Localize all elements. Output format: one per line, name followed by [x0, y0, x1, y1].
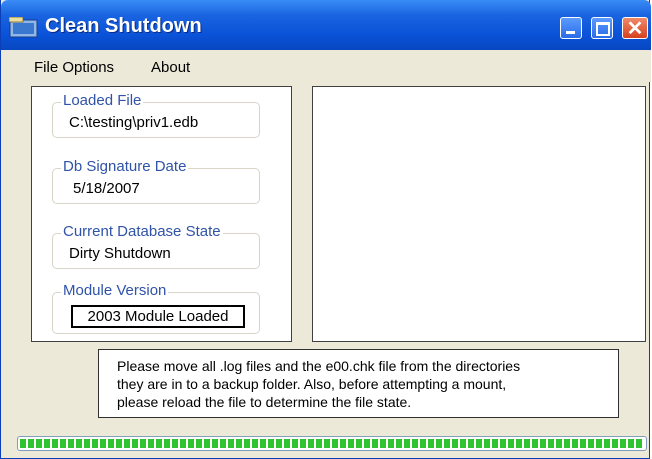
db-signature-date-value: 5/18/2007: [73, 180, 140, 197]
close-icon: ✕: [626, 18, 644, 40]
window-title: Clean Shutdown: [45, 15, 202, 37]
main-window: Clean Shutdown ✕ File Options About Load…: [0, 0, 651, 459]
menu-about[interactable]: About: [151, 59, 190, 76]
close-button[interactable]: ✕: [622, 17, 648, 40]
output-panel: [312, 86, 646, 342]
db-signature-date-label: Db Signature Date: [61, 158, 189, 175]
app-icon: [9, 17, 38, 38]
progress-bar: [17, 436, 647, 451]
module-version-group: Module Version 2003 Module Loaded: [52, 282, 260, 334]
title-bar[interactable]: Clean Shutdown ✕: [1, 0, 651, 50]
db-signature-date-group: Db Signature Date 5/18/2007: [52, 158, 260, 204]
file-info-panel: Loaded File C:\testing\priv1.edb Db Sign…: [31, 86, 292, 342]
database-state-group: Current Database State Dirty Shutdown: [52, 223, 260, 269]
message-line-1: Please move all .log files and the e00.c…: [117, 358, 521, 374]
loaded-file-value: C:\testing\priv1.edb: [69, 114, 199, 131]
module-version-label: Module Version: [61, 282, 169, 299]
instruction-message: Please move all .log files and the e00.c…: [98, 349, 619, 418]
module-version-value: 2003 Module Loaded: [71, 305, 245, 328]
menu-file-options[interactable]: File Options: [34, 59, 114, 76]
message-line-2: they are in to a backup folder. Also, be…: [117, 376, 507, 392]
loaded-file-label: Loaded File: [61, 92, 144, 109]
message-line-3: please reload the file to determine the …: [117, 394, 412, 410]
menu-bar: File Options About: [1, 50, 651, 82]
loaded-file-group: Loaded File C:\testing\priv1.edb: [52, 92, 260, 138]
database-state-value: Dirty Shutdown: [69, 245, 171, 262]
progress-fill: [20, 439, 644, 448]
maximize-button[interactable]: [591, 17, 613, 39]
minimize-button[interactable]: [560, 17, 582, 39]
database-state-label: Current Database State: [61, 223, 223, 240]
